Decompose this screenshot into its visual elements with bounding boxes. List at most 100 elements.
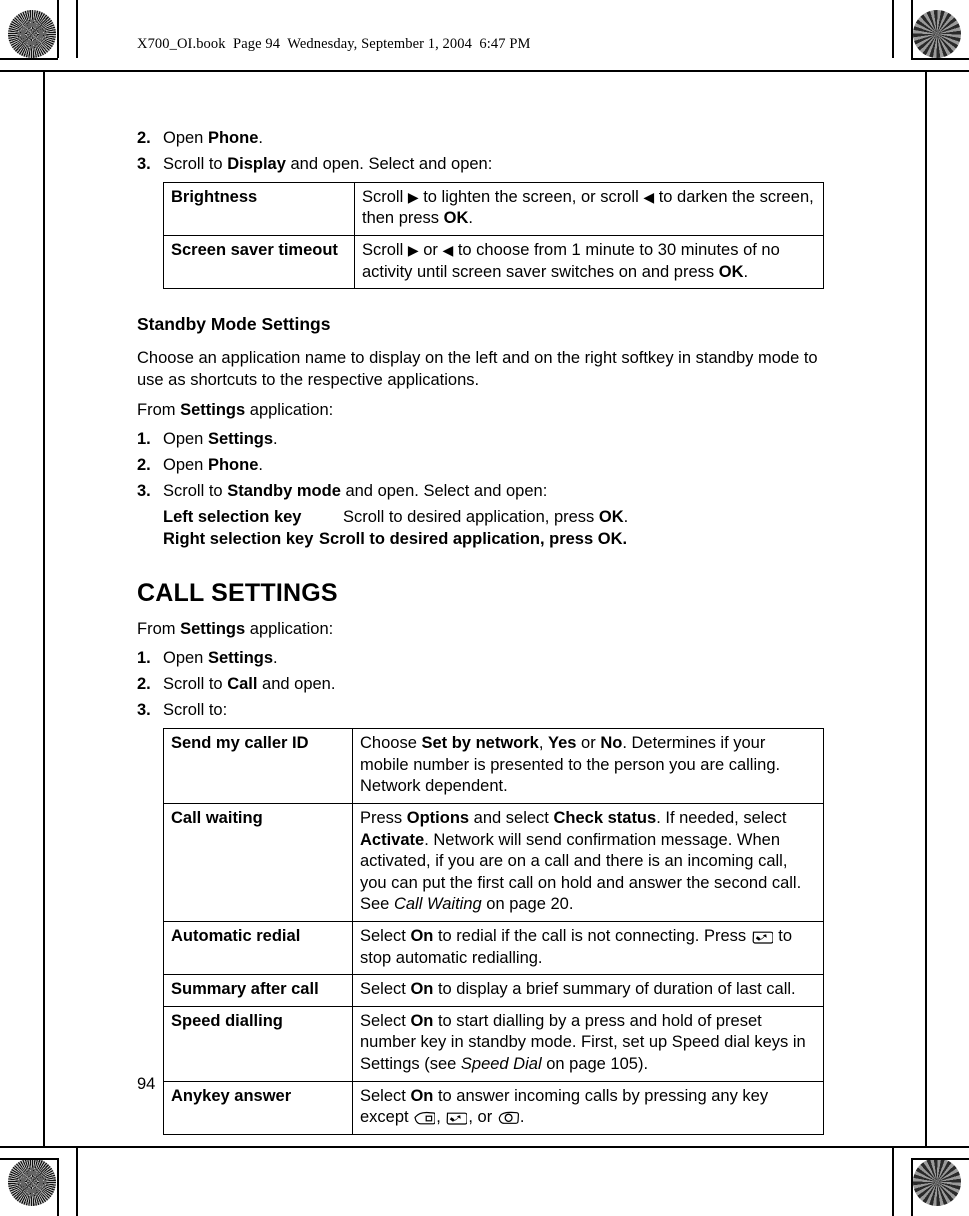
- setting-name-cell: Call waiting: [163, 802, 353, 922]
- emphasis-bold: OK: [718, 262, 744, 281]
- call-settings-heading: CALL SETTINGS: [137, 579, 338, 608]
- scroll-left-arrow-icon: ◀: [643, 188, 655, 205]
- setting-description-cell: Choose Set by network, Yes or No. Determ…: [352, 728, 824, 804]
- text-run: and select: [469, 808, 554, 827]
- setting-name-cell: Screen saver timeout: [163, 235, 355, 290]
- page-number: 94: [137, 1075, 156, 1093]
- setting-name-cell: Send my caller ID: [163, 728, 353, 804]
- setting-description-cell: Scroll ▶ to lighten the screen, or scrol…: [354, 181, 824, 237]
- emphasis-bold: Check status: [553, 808, 657, 827]
- text-run: or: [418, 241, 443, 260]
- scroll-right-arrow-icon: ▶: [407, 188, 419, 205]
- step-text: Open Phone.: [163, 455, 827, 477]
- text-run: Select: [360, 926, 411, 945]
- text-run: Open: [163, 456, 208, 475]
- right-selection-key-label: Right selection key: [163, 530, 314, 549]
- text-run: and open. Select and open:: [340, 482, 548, 501]
- emphasis-bold: On: [410, 980, 434, 999]
- setting-description-cell: Press Options and select Check status. I…: [352, 802, 824, 922]
- text-run: Scroll: [362, 187, 408, 206]
- step-text: Open Phone.: [163, 129, 263, 147]
- emphasis-bold: Set by network: [421, 734, 539, 753]
- setting-name-cell: Automatic redial: [163, 920, 353, 976]
- text-run: or: [576, 734, 601, 753]
- emphasis-italic: Speed Dial: [460, 1055, 542, 1073]
- step-number: 3.: [137, 701, 151, 720]
- setting-name-cell: Summary after call: [163, 974, 353, 1007]
- list-item: 2. Open Phone.: [137, 455, 827, 477]
- call-settings-steps-list: 1. Open Settings. 2. Scroll to Call and ope…: [137, 648, 827, 722]
- table-row: Speed dialling Select On to start diallin…: [163, 1005, 824, 1082]
- list-item: 3. Scroll to:: [137, 700, 827, 722]
- text-run: Scroll to: [163, 482, 228, 501]
- text-run: , or: [468, 1108, 497, 1127]
- scroll-right-arrow-icon: ▶: [407, 242, 419, 259]
- text-run: .: [258, 456, 263, 475]
- book-header: X700_OI.book Page 94 Wednesday, Septembe…: [137, 36, 531, 52]
- setting-name-cell: Brightness: [163, 181, 355, 237]
- left-selection-key-row: Left selection key Scroll to desired app…: [163, 507, 827, 529]
- standby-steps-list: 1. Open Settings. 2. Open Phone. 3. Scroll to…: [137, 429, 827, 503]
- text-run: Scroll: [362, 241, 408, 260]
- setting-description-cell: Select On to answer incoming calls by pr…: [352, 1080, 824, 1135]
- text-run: to lighten the screen, or scroll: [418, 187, 644, 206]
- step-number: 2.: [137, 129, 151, 147]
- list-item: 3. Scroll to Display and open. Select an…: [137, 154, 827, 176]
- emphasis-bold: Settings: [207, 649, 274, 668]
- step-number: 3.: [137, 154, 151, 173]
- setting-description-cell: Select On to start dialling by a press a…: [352, 1005, 824, 1082]
- table-row: Send my caller ID Choose Set by network, …: [163, 728, 824, 804]
- text-run: .: [273, 430, 278, 449]
- step-text: Scroll to Call and open.: [163, 674, 827, 696]
- emphasis-bold: Activate: [360, 830, 425, 849]
- step-text: Scroll to Display and open. Select and o…: [163, 154, 493, 173]
- text-run: to redial if the call is not connecting.…: [433, 926, 751, 945]
- text-run: .: [273, 649, 278, 668]
- text-run: . If needed, select: [656, 808, 787, 827]
- page-content: 2. Open Phone. 3. Scroll to Display and …: [137, 128, 827, 1135]
- text-run: .: [743, 262, 749, 281]
- step-number: 3.: [137, 482, 151, 501]
- display-settings-table-body: Brightness Scroll ▶ to lighten the screen…: [163, 181, 824, 290]
- table-row: Brightness Scroll ▶ to lighten the screen…: [163, 181, 824, 237]
- setting-description-cell: Scroll ▶ or ◀ to choose from 1 minute to…: [354, 235, 824, 290]
- emphasis-bold: Settings: [207, 430, 274, 449]
- table-row: Anykey answer Select On to answer incomin…: [163, 1080, 824, 1135]
- text-run: ,: [436, 1108, 446, 1127]
- text-run: Choose: [360, 734, 422, 753]
- emphasis-bold: On: [410, 926, 434, 945]
- standby-intro-paragraph: Choose an application name to display on…: [137, 348, 818, 389]
- text-run: .: [468, 209, 473, 228]
- zero-key-icon: [498, 1111, 519, 1125]
- list-item: 1. Open Settings.: [137, 429, 827, 451]
- text-run: Select: [360, 1086, 411, 1105]
- right-selection-key-row: Right selection key Scroll to desired ap…: [163, 529, 827, 551]
- emphasis-bold: Yes: [548, 734, 577, 753]
- softkey-key-icon: [414, 1111, 436, 1125]
- text-run: Open: [163, 430, 208, 449]
- call-settings-table: Send my caller ID Choose Set by network, …: [163, 728, 824, 1135]
- standby-selection-keys: Left selection key Scroll to desired app…: [163, 507, 827, 551]
- step-text: Open Settings.: [163, 429, 827, 451]
- emphasis-bold: Call: [227, 675, 258, 694]
- setting-name-cell: Speed dialling: [163, 1005, 353, 1082]
- table-row: Automatic redial Select On to redial if t…: [163, 920, 824, 976]
- end-call-key-icon: [446, 1111, 468, 1125]
- step-text: Scroll to Standby mode and open. Select …: [163, 481, 827, 503]
- display-settings-table: Brightness Scroll ▶ to lighten the screen…: [163, 181, 824, 290]
- text-run: on page 105).: [541, 1055, 649, 1073]
- step-text: Open Settings.: [163, 648, 827, 670]
- standby-from-line: From Settings application:: [137, 401, 334, 420]
- step-number: 1.: [137, 649, 151, 668]
- table-row: Summary after call Select On to display a…: [163, 974, 824, 1007]
- text-run: and open.: [257, 675, 336, 694]
- text-run: Select: [360, 1011, 411, 1030]
- emphasis-bold: No: [600, 734, 623, 753]
- emphasis-bold: Options: [406, 808, 470, 827]
- left-selection-key-label: Left selection key: [163, 508, 302, 527]
- list-item: 1. Open Settings.: [137, 648, 827, 670]
- end-call-key-icon: [752, 930, 773, 944]
- text-run: to display a brief summary of duration o…: [433, 980, 796, 999]
- emphasis-bold: OK: [443, 209, 469, 228]
- display-steps-list: 2. Open Phone. 3. Scroll to Display and …: [137, 128, 827, 176]
